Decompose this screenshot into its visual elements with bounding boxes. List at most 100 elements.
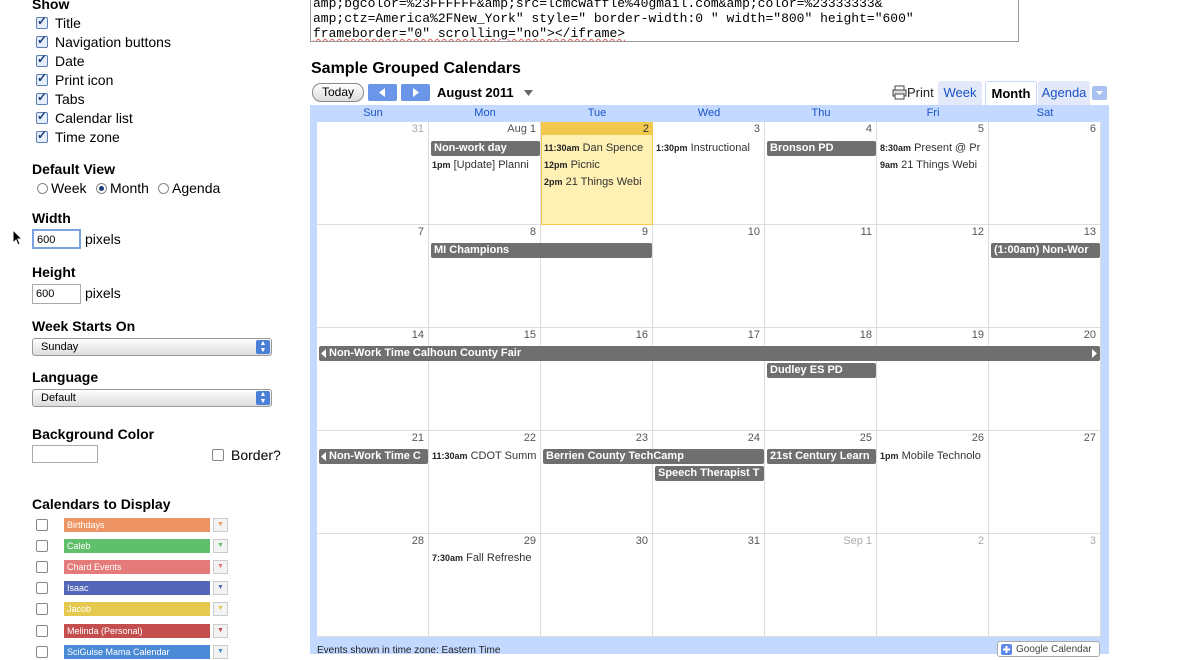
day-cell[interactable]: 19 bbox=[877, 328, 989, 431]
calendar-item[interactable]: Melinda (Personal) ▼ bbox=[36, 623, 228, 639]
checkbox[interactable] bbox=[36, 52, 48, 67]
day-cell[interactable]: 21 bbox=[317, 431, 429, 534]
event-bar[interactable]: (1:00am) Non-Wor bbox=[991, 243, 1100, 258]
day-cell[interactable]: 23 bbox=[541, 431, 653, 534]
background-color-input[interactable] bbox=[32, 445, 98, 463]
day-cell[interactable]: 27 bbox=[989, 431, 1101, 534]
day-cell[interactable]: 26 bbox=[877, 431, 989, 534]
calendar-item[interactable]: SciGuise Mama Calendar ▼ bbox=[36, 644, 228, 660]
checkbox[interactable] bbox=[36, 71, 48, 86]
event-bar[interactable]: 21st Century Learn bbox=[767, 449, 876, 464]
tab-week[interactable]: Week bbox=[938, 81, 982, 105]
calendar-item[interactable]: Caleb ▼ bbox=[36, 538, 228, 554]
show-nav-buttons-checkbox[interactable]: Navigation buttons bbox=[36, 33, 171, 51]
event-item[interactable]: 1pm [Update] Planni bbox=[432, 159, 540, 171]
day-cell[interactable]: 13 bbox=[989, 225, 1101, 328]
height-input[interactable]: 600 bbox=[32, 284, 81, 304]
day-cell[interactable]: Aug 1 bbox=[429, 122, 541, 225]
event-item[interactable]: 1pm Mobile Technolo bbox=[880, 450, 988, 462]
day-cell[interactable]: 31 bbox=[317, 122, 429, 225]
event-bar[interactable]: Speech Therapist T bbox=[655, 466, 764, 481]
day-cell[interactable]: 30 bbox=[541, 534, 653, 637]
event-item[interactable]: 11:30am CDOT Summ bbox=[432, 450, 540, 462]
next-button[interactable] bbox=[401, 84, 430, 101]
checkbox[interactable] bbox=[36, 128, 48, 143]
default-view-month-radio[interactable]: Month bbox=[96, 180, 149, 196]
show-calendar-list-checkbox[interactable]: Calendar list bbox=[36, 109, 133, 127]
event-item[interactable]: 2pm 21 Things Webi bbox=[544, 176, 652, 188]
event-bar[interactable]: Bronson PD bbox=[767, 141, 876, 156]
calendar-item[interactable]: Isaac ▼ bbox=[36, 580, 228, 596]
day-cell[interactable]: 2 bbox=[541, 122, 653, 225]
event-item[interactable]: 9am 21 Things Webi bbox=[880, 159, 988, 171]
day-cell[interactable]: 8 bbox=[429, 225, 541, 328]
event-bar[interactable]: Non-work day bbox=[431, 141, 540, 156]
google-calendar-button[interactable]: Google Calendar bbox=[997, 641, 1100, 657]
event-item[interactable]: 7:30am Fall Refreshe bbox=[432, 552, 540, 564]
embed-code-textarea[interactable]: amp;bgcolor=%23FFFFFF&amp;src=lcmcwaffle… bbox=[310, 0, 1019, 42]
tab-agenda[interactable]: Agenda bbox=[1038, 81, 1090, 105]
day-cell[interactable]: 3 bbox=[989, 534, 1101, 637]
language-select[interactable]: Default ▲ ▼ bbox=[32, 389, 272, 407]
day-cell[interactable]: 6 bbox=[989, 122, 1101, 225]
print-link[interactable]: Print bbox=[907, 85, 934, 100]
show-date-checkbox[interactable]: Date bbox=[36, 52, 85, 70]
event-bar[interactable]: MI Champions bbox=[431, 243, 652, 258]
day-cell[interactable]: 29 bbox=[429, 534, 541, 637]
default-view-agenda-radio[interactable]: Agenda bbox=[158, 180, 220, 196]
checkbox[interactable] bbox=[36, 109, 48, 124]
event-item[interactable]: 8:30am Present @ Pr bbox=[880, 142, 988, 154]
day-cell[interactable]: Sep 1 bbox=[765, 534, 877, 637]
prev-button[interactable] bbox=[368, 84, 397, 101]
checkbox[interactable] bbox=[36, 14, 48, 29]
day-cell[interactable]: 12 bbox=[877, 225, 989, 328]
today-button[interactable]: Today bbox=[312, 83, 364, 102]
calendar-item[interactable]: Chard Events ▼ bbox=[36, 559, 228, 575]
week-starts-heading: Week Starts On bbox=[32, 318, 136, 334]
day-cell[interactable]: 16 bbox=[541, 328, 653, 431]
show-tabs-checkbox[interactable]: Tabs bbox=[36, 90, 85, 108]
day-cell[interactable]: 17 bbox=[653, 328, 765, 431]
more-tabs-button[interactable] bbox=[1092, 86, 1107, 100]
checkbox[interactable] bbox=[36, 90, 48, 105]
day-cell[interactable]: 2 bbox=[877, 534, 989, 637]
calendar-item[interactable]: Jacob ▼ bbox=[36, 601, 228, 617]
event-item[interactable]: 1:30pm Instructional bbox=[656, 142, 764, 154]
show-time-zone-checkbox[interactable]: Time zone bbox=[36, 128, 120, 146]
week-starts-select[interactable]: Sunday ▲ ▼ bbox=[32, 338, 272, 356]
day-cell[interactable]: 10 bbox=[653, 225, 765, 328]
background-color-heading: Background Color bbox=[32, 426, 155, 442]
width-input[interactable]: 600 bbox=[32, 229, 81, 249]
default-view-week-radio[interactable]: Week bbox=[37, 180, 87, 196]
day-cell[interactable]: 20 bbox=[989, 328, 1101, 431]
day-cell[interactable]: 18 bbox=[765, 328, 877, 431]
day-cell[interactable]: 25 bbox=[765, 431, 877, 534]
day-cell[interactable]: 24 bbox=[653, 431, 765, 534]
event-item[interactable]: 11:30am Dan Spence bbox=[544, 142, 652, 154]
day-cell[interactable]: 11 bbox=[765, 225, 877, 328]
day-cell[interactable]: 22 bbox=[429, 431, 541, 534]
day-cell[interactable]: 4 bbox=[765, 122, 877, 225]
event-bar[interactable]: Non-Work Time Calhoun County Fair bbox=[319, 346, 1100, 361]
printer-icon[interactable] bbox=[892, 85, 907, 100]
tab-month[interactable]: Month bbox=[985, 81, 1037, 106]
day-cell[interactable]: 15 bbox=[429, 328, 541, 431]
day-cell[interactable]: 28 bbox=[317, 534, 429, 637]
show-print-icon-checkbox[interactable]: Print icon bbox=[36, 71, 113, 89]
day-cell[interactable]: 5 bbox=[877, 122, 989, 225]
border-checkbox[interactable]: Border? bbox=[212, 447, 281, 463]
event-item[interactable]: 12pm Picnic bbox=[544, 159, 652, 171]
show-title-checkbox[interactable]: Title bbox=[36, 14, 81, 32]
chevron-down-icon[interactable] bbox=[523, 89, 534, 97]
day-cell[interactable]: 3 bbox=[653, 122, 765, 225]
day-cell[interactable]: 9 bbox=[541, 225, 653, 328]
month-label[interactable]: August 2011 bbox=[437, 85, 514, 100]
event-bar[interactable]: Berrien County TechCamp bbox=[543, 449, 764, 464]
event-bar[interactable]: Non-Work Time C bbox=[319, 449, 428, 464]
day-cell[interactable]: 7 bbox=[317, 225, 429, 328]
event-bar[interactable]: Dudley ES PD bbox=[767, 363, 876, 378]
calendar-item[interactable]: Birthdays ▼ bbox=[36, 517, 228, 533]
checkbox[interactable] bbox=[36, 33, 48, 48]
day-cell[interactable]: 14 bbox=[317, 328, 429, 431]
day-cell[interactable]: 31 bbox=[653, 534, 765, 637]
